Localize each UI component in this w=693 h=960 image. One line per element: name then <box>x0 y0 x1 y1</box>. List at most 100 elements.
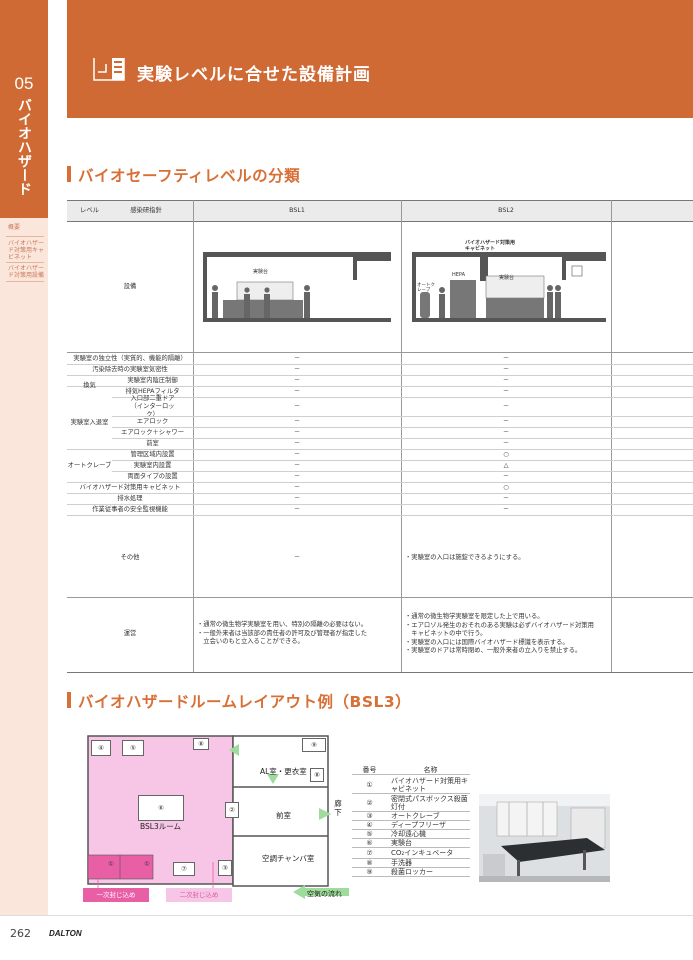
legend-row: ⑦ CO₂インキュベータ <box>352 848 470 859</box>
bench-label: 実験台 <box>499 275 515 281</box>
row-group-label: 換気 <box>83 382 96 389</box>
col-header-guideline: 感染研指針 <box>130 207 162 214</box>
operation-line: ・実験室のドアは常時閉め、一般外来者の立入りを禁止する。 <box>405 647 582 654</box>
row-item: 排水処理 <box>117 494 143 502</box>
legend-name: 手洗器 <box>391 859 412 867</box>
operation-bsl1: ・通常の微生物学実験室を用い、特別の隔離の必要はない。 ・一般外来者は当該部の責… <box>197 621 397 647</box>
marker-8: ⑧ <box>193 738 209 750</box>
bsl2-value: △ <box>503 461 509 469</box>
row-label-operation: 運営 <box>123 630 137 637</box>
cabinet-label: バイオハザード対策用キャビネット <box>465 240 516 252</box>
operation-line: ・実験室の入口には国際バイオハザード標識を表示する。 <box>405 638 569 646</box>
operation-bsl2: ・通常の微生物学実験室を限定した上で用いる。 ・エアロゾル発生のおそれのある実験… <box>405 613 609 656</box>
ante-room-label: 前室 <box>276 811 291 820</box>
marker-5: ⑤ <box>122 740 144 756</box>
legend-number: ⑨ <box>366 868 373 876</box>
bsl3-room-label: BSL3ルーム <box>140 822 181 831</box>
legend-row: ② 密閉式パスボックス殺菌灯付 <box>352 794 470 812</box>
divider <box>6 262 44 263</box>
bsl1-value: － <box>293 461 301 469</box>
legend-header-name: 名称 <box>423 766 438 774</box>
legend-number: ③ <box>366 812 373 820</box>
lab-photo <box>479 794 610 882</box>
row-item: 入口部二重ドア（インターロック） <box>130 394 175 418</box>
operation-line: キャビネットの中で行う。 <box>405 630 487 637</box>
section-title: バイオセーフティレベルの分類 <box>78 167 301 185</box>
marker-9: ⑨ <box>302 738 326 752</box>
row-item: エアロック＋シャワー <box>121 428 184 436</box>
col-header-bsl2: BSL2 <box>498 207 514 214</box>
legend-header-num: 番号 <box>362 766 377 774</box>
bsl2-value: － <box>502 365 510 373</box>
operation-line: ・エアロゾル発生のおそれのある実験は必ずバイオハザード対策用 <box>405 621 594 629</box>
legend-row: ① バイオハザード対策用キャビネット <box>352 776 470 794</box>
row-item: 実験室内陰圧制御 <box>127 376 178 384</box>
legend-row: ⑧ 手洗器 <box>352 859 470 868</box>
row-item: 実験室の独立性（実質的、機能的隔離） <box>73 354 187 362</box>
bsl1-value: － <box>293 354 301 362</box>
legend-header: 番号 名称 <box>352 765 470 775</box>
row-item: エアロック <box>136 417 169 425</box>
col-header-level: レベル <box>80 207 99 214</box>
bsl1-value: － <box>293 387 301 395</box>
marker-1: ① <box>108 860 114 868</box>
legend-number: ① <box>366 780 373 789</box>
chapter-number: 05 <box>14 74 34 93</box>
row-item: バイオハザード対策用キャビネット <box>79 483 181 491</box>
brand-logo: DALTON <box>49 929 82 938</box>
sidebar-item-overview[interactable]: 概要 <box>8 224 46 231</box>
bsl2-value: － <box>502 387 510 395</box>
section-marker <box>67 692 71 708</box>
page-number: 262 <box>10 927 31 940</box>
row-item: 実験室内設置 <box>133 461 172 469</box>
row-item: 作業従事者の安全監視機能 <box>92 505 168 513</box>
bsl1-lab-illustration <box>203 252 391 322</box>
bench-label: 実験台 <box>253 269 269 275</box>
marker-8: ⑧ <box>310 768 324 782</box>
bsl2-value: － <box>502 494 510 502</box>
section-marker <box>67 166 71 182</box>
page-title: 実験レベルに合せた設備計画 <box>137 65 371 85</box>
bsl2-lab-illustration <box>412 252 606 322</box>
sidebar-item-cabinet[interactable]: バイオハザード対策用キャビネット <box>8 240 46 261</box>
bsl2-value: ○ <box>503 450 509 458</box>
bsl1-value: － <box>293 494 301 502</box>
hepa-label: HEPA <box>452 272 466 278</box>
marker-4: ④ <box>91 740 111 756</box>
legend-name: オートクレーブ <box>391 812 440 820</box>
marker-1: ① <box>144 860 150 868</box>
legend-name: CO₂インキュベータ <box>391 849 454 857</box>
bsl1-value: － <box>293 417 301 425</box>
row-item: 前室 <box>146 439 159 447</box>
operation-line: ・一般外来者は当該部の責任者の許可及び管理者が指定した <box>197 629 368 637</box>
row-label-other: その他 <box>120 554 140 561</box>
bsl1-value: － <box>293 376 301 384</box>
corridor-label: 廊下 <box>334 799 342 817</box>
legend-row: ③ オートクレーブ <box>352 812 470 821</box>
marker-3: ③ <box>218 860 232 876</box>
other-bsl1: － <box>293 554 301 561</box>
bsl1-value: － <box>293 428 301 436</box>
row-item: 汚染除去時の実験室気密性 <box>92 365 168 373</box>
legend-number: ② <box>366 798 373 807</box>
bsl1-value: － <box>293 439 301 447</box>
legend-name: 実験台 <box>391 839 412 847</box>
biosafety-table: レベル 感染研指針 BSL1 BSL2 設備 実験台 バイオハザード対策用キャビ… <box>67 200 693 673</box>
row-item: 両面タイプの設置 <box>127 472 178 480</box>
divider <box>611 200 612 673</box>
chapter-title: バイオハザード <box>16 98 32 196</box>
legend-row: ⑤ 冷却遠心機 <box>352 830 470 839</box>
section-title: バイオハザードルームレイアウト例（BSL3） <box>78 693 412 711</box>
operation-line: ・通常の微生物学実験室を限定した上で用いる。 <box>405 613 544 620</box>
divider <box>67 515 693 516</box>
legend-row: ⑥ 実験台 <box>352 839 470 848</box>
legend-number: ⑧ <box>366 859 373 867</box>
marker-6: ⑥ <box>138 795 184 821</box>
bsl2-value: － <box>502 402 510 410</box>
legend-name: 殺菌ロッカー <box>391 868 433 876</box>
bsl1-value: － <box>293 483 301 491</box>
bsl2-value: － <box>502 472 510 480</box>
legend-name: ディープフリーザ <box>391 821 446 829</box>
row-group-label: オートクレーブ <box>67 461 112 469</box>
sidebar-item-equipment[interactable]: バイオハザード対策用設備 <box>8 265 46 279</box>
